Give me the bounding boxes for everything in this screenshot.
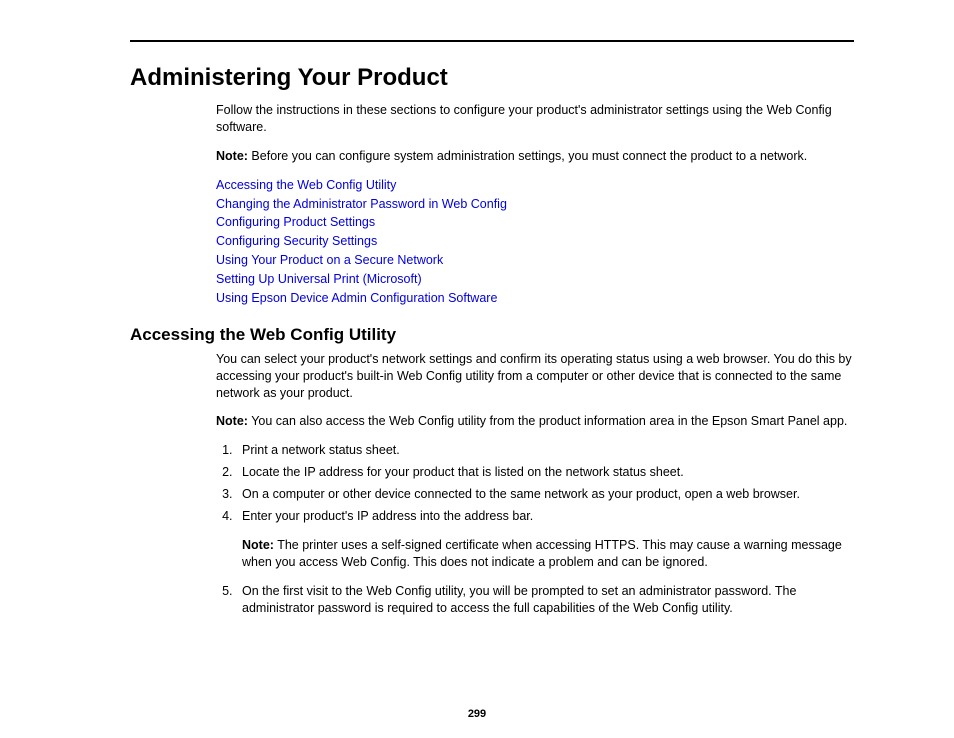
toc-links: Accessing the Web Config Utility Changin… — [216, 177, 854, 307]
link-web-config[interactable]: Accessing the Web Config Utility — [216, 178, 396, 192]
step-item: On a computer or other device connected … — [236, 486, 854, 503]
step-item: Locate the IP address for your product t… — [236, 464, 854, 481]
link-security-settings[interactable]: Configuring Security Settings — [216, 234, 377, 248]
steps-list-continued: On the first visit to the Web Config uti… — [216, 583, 854, 617]
steps-list: Print a network status sheet. Locate the… — [216, 442, 854, 525]
step-item: On the first visit to the Web Config uti… — [236, 583, 854, 617]
link-secure-network[interactable]: Using Your Product on a Secure Network — [216, 253, 443, 267]
section-intro: You can select your product's network se… — [216, 351, 854, 402]
note-text: You can also access the Web Config utili… — [248, 414, 847, 428]
note-3: Note: The printer uses a self-signed cer… — [242, 537, 854, 571]
section-heading: Accessing the Web Config Utility — [130, 325, 854, 345]
intro-block: Follow the instructions in these section… — [216, 102, 854, 307]
intro-paragraph: Follow the instructions in these section… — [216, 102, 854, 136]
section-body: You can select your product's network se… — [216, 351, 854, 617]
note-text: Before you can configure system administ… — [248, 149, 807, 163]
note-1: Note: Before you can configure system ad… — [216, 148, 854, 165]
note-label: Note: — [216, 414, 248, 428]
page-number: 299 — [0, 708, 954, 720]
link-device-admin[interactable]: Using Epson Device Admin Configuration S… — [216, 291, 497, 305]
note-2: Note: You can also access the Web Config… — [216, 413, 854, 430]
step-item: Print a network status sheet. — [236, 442, 854, 459]
document-page: Administering Your Product Follow the in… — [0, 0, 954, 738]
note-text: The printer uses a self-signed certifica… — [242, 538, 842, 569]
page-title: Administering Your Product — [130, 64, 854, 92]
note-label: Note: — [216, 149, 248, 163]
note-label: Note: — [242, 538, 274, 552]
link-admin-password[interactable]: Changing the Administrator Password in W… — [216, 197, 507, 211]
step-item: Enter your product's IP address into the… — [236, 508, 854, 525]
link-universal-print[interactable]: Setting Up Universal Print (Microsoft) — [216, 272, 422, 286]
link-product-settings[interactable]: Configuring Product Settings — [216, 215, 375, 229]
horizontal-rule — [130, 40, 854, 42]
